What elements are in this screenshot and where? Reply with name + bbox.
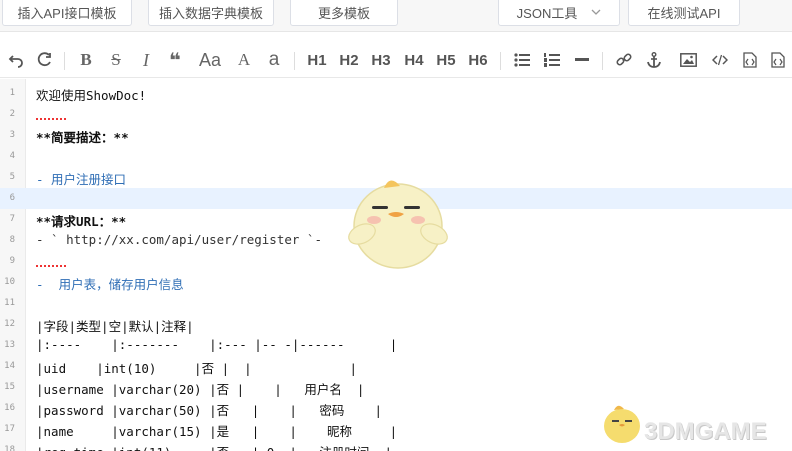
- heading-4-button[interactable]: H4: [402, 48, 426, 72]
- line-text: - 用户注册接口: [36, 172, 127, 187]
- heading-2-button[interactable]: H2: [337, 48, 361, 72]
- strikethrough-button[interactable]: S: [106, 48, 126, 72]
- editor-line[interactable]: 16 |password |varchar(50) |否 | | 密码 |: [0, 398, 792, 419]
- line-number: 5: [9, 172, 15, 182]
- uppercase-button[interactable]: A: [234, 48, 254, 72]
- redo-icon[interactable]: [34, 48, 54, 72]
- line-number: 10: [4, 277, 15, 287]
- line-number: 1: [9, 88, 15, 98]
- line-number: 18: [4, 445, 15, 451]
- editor-line[interactable]: 15 |username |varchar(20) |否 | | 用户名 |: [0, 377, 792, 398]
- unordered-list-icon[interactable]: [512, 48, 532, 72]
- horizontal-rule-icon[interactable]: [572, 48, 592, 72]
- line-number: 12: [4, 319, 15, 329]
- quote-button[interactable]: ❝: [164, 48, 186, 72]
- line-number: 8: [9, 235, 15, 245]
- editor-line[interactable]: 12 |字段|类型|空|默认|注释|: [0, 314, 792, 335]
- toolbar-divider: [294, 52, 295, 70]
- bold-button[interactable]: B: [76, 48, 96, 72]
- line-text: **简要描述：**: [36, 130, 129, 145]
- heading-6-button[interactable]: H6: [466, 48, 490, 72]
- code-file-icon[interactable]: [740, 48, 760, 72]
- online-test-api-label: 在线测试API: [647, 5, 721, 21]
- line-number: 11: [4, 298, 15, 308]
- line-number: 16: [4, 403, 15, 413]
- line-text: |password |varchar(50) |否 | | 密码 |: [36, 403, 383, 418]
- insert-data-dictionary-template-button[interactable]: 插入数据字典模板: [148, 0, 274, 26]
- editor-line[interactable]: 1 欢迎使用ShowDoc!: [0, 83, 792, 104]
- template-button-bar: 插入API接口模板 插入数据字典模板 更多模板 JSON工具 在线测试API: [0, 0, 792, 32]
- lowercase-button[interactable]: a: [264, 48, 284, 72]
- watermark-3dmgame: 3DMGAME: [644, 418, 767, 445]
- more-templates-button[interactable]: 更多模板: [290, 0, 398, 26]
- heading-1-button[interactable]: H1: [305, 48, 329, 72]
- image-icon[interactable]: [678, 48, 698, 72]
- line-text: |reg_time |int(11) |否 | 0 | 注册时间 |: [36, 442, 392, 451]
- json-tool-dropdown[interactable]: JSON工具: [498, 0, 620, 26]
- insert-api-template-button[interactable]: 插入API接口模板: [2, 0, 132, 26]
- insert-api-template-label: 插入API接口模板: [17, 5, 117, 21]
- italic-button[interactable]: I: [136, 48, 156, 72]
- watermark-bird-icon: [600, 398, 644, 451]
- spellcheck-underline: [36, 106, 66, 120]
- insert-data-dictionary-template-label: 插入数据字典模板: [158, 5, 263, 21]
- editor-line[interactable]: 3 **简要描述：**: [0, 125, 792, 146]
- uppercase-lowercase-button[interactable]: Aa: [196, 48, 224, 72]
- spellcheck-underline: [36, 253, 66, 267]
- heading-3-button[interactable]: H3: [369, 48, 393, 72]
- line-text: |name |varchar(15) |是 | | 昵称 |: [36, 424, 398, 439]
- editor-toolbar: B S I ❝ Aa A a H1 H2 H3 H4 H5 H6: [0, 42, 792, 78]
- line-text: [36, 106, 66, 123]
- line-number: 9: [9, 256, 15, 266]
- ordered-list-icon[interactable]: [542, 48, 562, 72]
- line-number: 13: [4, 340, 15, 350]
- line-text: |字段|类型|空|默认|注释|: [36, 319, 194, 334]
- line-number: 15: [4, 382, 15, 392]
- code-file-icon[interactable]: [768, 48, 788, 72]
- line-number: 6: [9, 193, 15, 203]
- toolbar-divider: [602, 52, 603, 70]
- link-icon[interactable]: [614, 48, 634, 72]
- line-text: |username |varchar(20) |否 | | 用户名 |: [36, 382, 365, 397]
- line-text: [36, 253, 66, 270]
- line-number: 2: [9, 109, 15, 119]
- line-number: 3: [9, 130, 15, 140]
- line-text: |uid |int(10) |否 | | |: [36, 361, 358, 376]
- line-text: - 用户表，储存用户信息: [36, 277, 184, 292]
- json-tool-label: JSON工具: [516, 5, 578, 21]
- heading-5-button[interactable]: H5: [434, 48, 458, 72]
- line-number: 17: [4, 424, 15, 434]
- editor-line[interactable]: 11: [0, 293, 792, 314]
- line-number: 14: [4, 361, 15, 371]
- line-text: - ` http://xx.com/api/user/register `-: [36, 232, 322, 247]
- toolbar-divider: [500, 52, 501, 70]
- mascot-chick-image: [344, 160, 450, 277]
- editor-line[interactable]: 13 |:---- |:------- |:--- |-- -|------ |: [0, 335, 792, 356]
- line-text: 欢迎使用ShowDoc!: [36, 88, 147, 103]
- line-text: **请求URL：**: [36, 214, 127, 229]
- line-text: |:---- |:------- |:--- |-- -|------ |: [36, 337, 398, 352]
- line-number: 4: [9, 151, 15, 161]
- toolbar-divider: [64, 52, 65, 70]
- chevron-down-icon: [591, 7, 601, 18]
- undo-icon[interactable]: [6, 48, 26, 72]
- anchor-icon[interactable]: [644, 48, 664, 72]
- editor-line[interactable]: 2: [0, 104, 792, 125]
- line-number: 7: [9, 214, 15, 224]
- more-templates-label: 更多模板: [317, 5, 370, 21]
- code-icon[interactable]: [710, 48, 730, 72]
- online-test-api-button[interactable]: 在线测试API: [628, 0, 740, 26]
- editor-line[interactable]: 14 |uid |int(10) |否 | | |: [0, 356, 792, 377]
